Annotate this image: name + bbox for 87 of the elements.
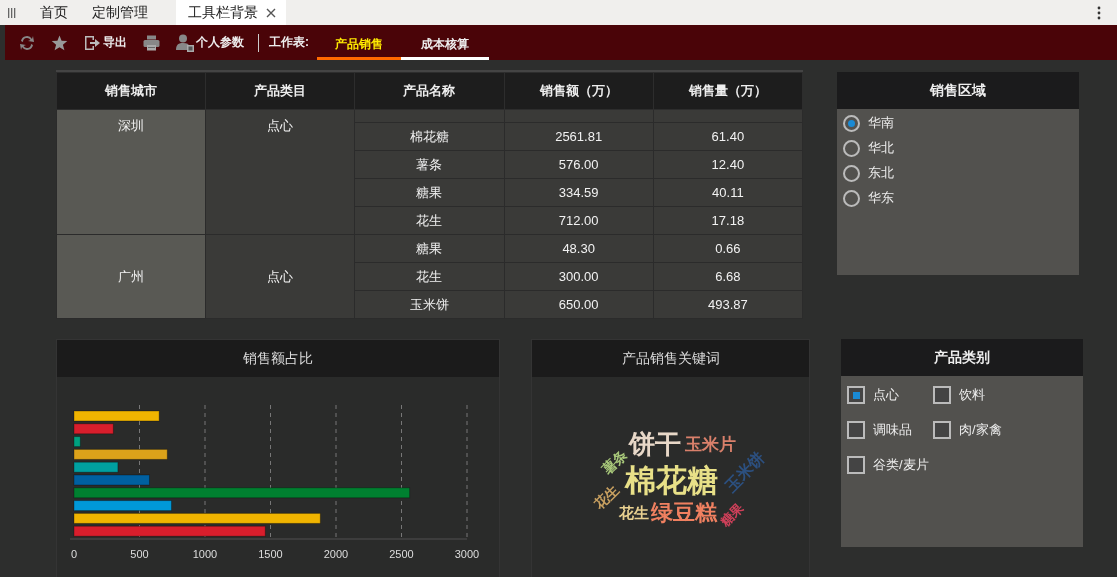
- panel-title: 销售额占比: [243, 349, 313, 368]
- sheet-tab[interactable]: 成本核算: [401, 28, 489, 60]
- table-cell: 2561.81: [555, 129, 603, 144]
- keyword: 棉花糖: [624, 464, 718, 496]
- bar[interactable]: [73, 448, 168, 460]
- checkbox[interactable]: [847, 456, 865, 474]
- tab[interactable]: 定制管理: [80, 0, 160, 25]
- table-cell: 12.40: [711, 157, 745, 172]
- bar[interactable]: [73, 410, 160, 422]
- keyword: 饼干: [629, 431, 681, 457]
- tick-label: 500: [130, 548, 149, 560]
- option-label[interactable]: 调味品: [873, 421, 912, 439]
- table-cell: 48.30: [562, 241, 595, 256]
- option-label[interactable]: 点心: [873, 386, 899, 404]
- column-header: 销售额（万）: [539, 83, 618, 98]
- radio-button[interactable]: [843, 114, 860, 132]
- params-button[interactable]: 个人参数: [170, 30, 250, 55]
- export-button[interactable]: 导出: [78, 30, 133, 55]
- printer-icon: [143, 34, 160, 51]
- keyword: 花生: [619, 504, 649, 520]
- table-cell: 棉花糖: [409, 128, 449, 144]
- tick-label: 2000: [323, 548, 349, 560]
- more-icon[interactable]: [1097, 5, 1101, 20]
- panel-title: 产品类别: [934, 348, 990, 367]
- option-label[interactable]: 华北: [868, 139, 894, 157]
- table-cell: 0.66: [715, 241, 741, 256]
- table-cell: 17.18: [711, 213, 745, 228]
- panel-title: 产品销售关键词: [621, 349, 720, 368]
- tick-label: 1000: [192, 548, 218, 560]
- bar[interactable]: [73, 436, 81, 448]
- tick-label: 1500: [258, 548, 283, 560]
- refresh-icon: [19, 34, 35, 51]
- table-cell: 薯条: [416, 156, 443, 172]
- tab[interactable]: 首页: [28, 0, 80, 25]
- table-cell: 334.59: [558, 185, 599, 200]
- table-cell: 6.68: [715, 269, 741, 284]
- option-label[interactable]: 谷类/麦片: [873, 456, 929, 474]
- table-cell: 点心: [267, 268, 294, 284]
- table-cell: 576.00: [558, 157, 599, 172]
- option-label[interactable]: 肉/家禽: [959, 421, 1002, 439]
- table-cell: 650.00: [558, 297, 599, 312]
- table-cell: 广州: [118, 268, 145, 284]
- tick-label: 2500: [389, 548, 414, 560]
- table-cell: 61.40: [711, 129, 745, 144]
- option-label[interactable]: 华东: [868, 189, 894, 207]
- tab[interactable]: 工具栏背景: [176, 0, 286, 25]
- option-label[interactable]: 东北: [868, 164, 894, 182]
- radio-button[interactable]: [843, 139, 860, 157]
- tick-label: 3000: [454, 548, 480, 560]
- table-cell: 300.00: [558, 269, 599, 284]
- column-header: 产品名称: [403, 83, 456, 98]
- keyword: 玉米片: [684, 435, 736, 453]
- close-icon[interactable]: [266, 7, 276, 18]
- checkbox[interactable]: [933, 421, 951, 439]
- table-cell: 花生: [416, 268, 443, 284]
- keyword: 绿豆糕: [651, 502, 717, 524]
- option-label[interactable]: 饮料: [959, 386, 985, 404]
- table-cell: 点心: [267, 118, 294, 133]
- user-icon: [176, 33, 194, 52]
- table-cell: 712.00: [558, 213, 599, 228]
- tick-label: 0: [70, 548, 78, 560]
- export-icon: [84, 34, 101, 51]
- table-cell: 493.87: [708, 297, 748, 312]
- checkbox[interactable]: [847, 421, 865, 439]
- checkbox[interactable]: [847, 386, 865, 404]
- table-cell: 糖果: [416, 184, 443, 200]
- table-cell: 花生: [416, 212, 443, 228]
- checkbox[interactable]: [933, 386, 951, 404]
- bar[interactable]: [73, 500, 172, 512]
- bar[interactable]: [73, 461, 119, 473]
- radio-button[interactable]: [843, 189, 860, 207]
- panel-title: 销售区域: [930, 81, 986, 100]
- radio-button[interactable]: [843, 164, 860, 182]
- sheet-tab[interactable]: 产品销售: [317, 28, 401, 60]
- bar[interactable]: [73, 512, 321, 524]
- column-header: 产品类目: [254, 83, 307, 98]
- menu-icon[interactable]: [8, 7, 16, 18]
- table-cell: 玉米饼: [409, 296, 449, 312]
- column-header: 销售城市: [105, 83, 158, 98]
- sheet-label: 工作表:: [269, 34, 309, 51]
- table-cell: 40.11: [712, 185, 744, 200]
- column-header: 销售量（万）: [688, 83, 767, 98]
- table-cell: 糖果: [416, 240, 443, 256]
- table-cell: 深圳: [118, 118, 145, 133]
- star-icon: [51, 34, 68, 51]
- keyword: 糖果: [718, 501, 746, 529]
- option-label[interactable]: 华南: [868, 114, 894, 132]
